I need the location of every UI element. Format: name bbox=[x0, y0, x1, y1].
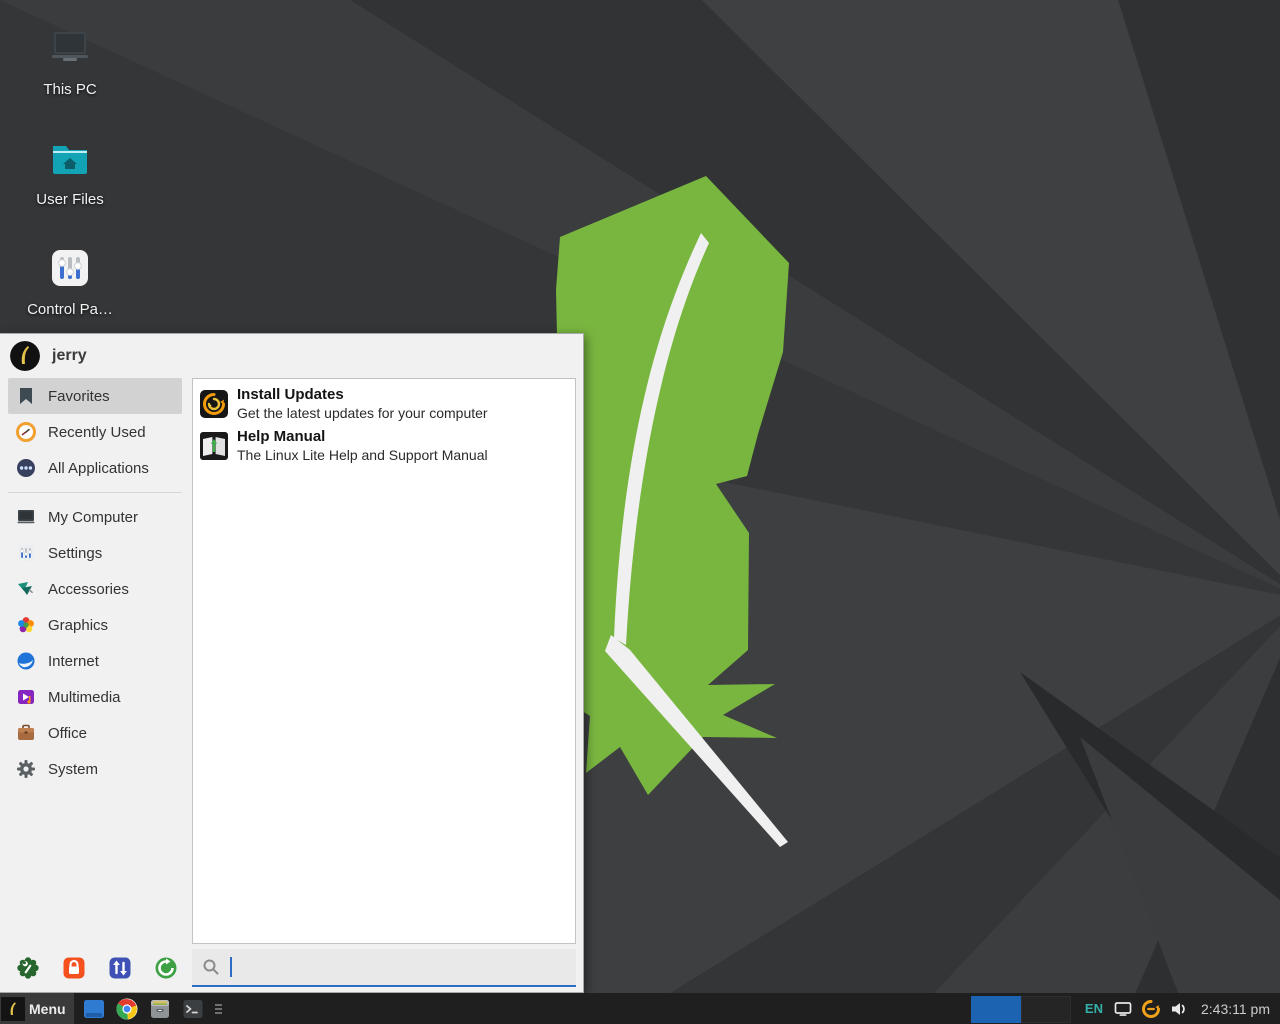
menu-username: jerry bbox=[52, 347, 87, 365]
panel-grip[interactable] bbox=[215, 1004, 222, 1014]
terminal-icon[interactable] bbox=[181, 997, 205, 1021]
desktop-icon-control-panel[interactable]: Control Pa… bbox=[15, 244, 125, 318]
menu-header: jerry bbox=[0, 334, 583, 378]
sidebar-separator bbox=[8, 492, 182, 493]
sidebar-item-system[interactable]: System bbox=[8, 751, 182, 787]
taskbar-right: EN 2:43:11 pm bbox=[971, 993, 1280, 1024]
sidebar-item-label: Multimedia bbox=[48, 689, 121, 706]
show-desktop-icon[interactable] bbox=[82, 997, 106, 1021]
clock-icon bbox=[16, 422, 36, 442]
office-briefcase-icon bbox=[16, 723, 36, 743]
computer-icon bbox=[46, 24, 94, 72]
sidebar-item-internet[interactable]: Internet bbox=[8, 643, 182, 679]
sidebar-item-recently-used[interactable]: Recently Used bbox=[8, 414, 182, 450]
sidebar-item-all-applications[interactable]: All Applications bbox=[8, 450, 182, 486]
sidebar-item-graphics[interactable]: Graphics bbox=[8, 607, 182, 643]
desktop-icon-label: User Files bbox=[15, 191, 125, 208]
internet-globe-icon bbox=[16, 651, 36, 671]
accessories-icon bbox=[16, 579, 36, 599]
desktop: This PC User Files Control Pa… bbox=[0, 0, 1280, 1024]
app-subtitle: The Linux Lite Help and Support Manual bbox=[237, 447, 488, 465]
sidebar-item-label: System bbox=[48, 761, 98, 778]
sidebar-item-multimedia[interactable]: Multimedia bbox=[8, 679, 182, 715]
desktop-icon-label: This PC bbox=[15, 81, 125, 98]
sidebar-item-accessories[interactable]: Accessories bbox=[8, 571, 182, 607]
user-avatar[interactable] bbox=[10, 341, 40, 371]
linux-lite-feather-icon bbox=[10, 341, 40, 371]
file-manager-icon[interactable] bbox=[148, 997, 172, 1021]
app-row-help-manual[interactable]: Help Manual The Linux Lite Help and Supp… bbox=[197, 425, 571, 467]
sidebar-item-label: Favorites bbox=[48, 388, 110, 405]
sidebar-item-label: My Computer bbox=[48, 509, 138, 526]
control-panel-icon bbox=[46, 244, 94, 292]
menu-button[interactable]: Menu bbox=[0, 993, 74, 1024]
log-out-icon[interactable] bbox=[154, 956, 178, 980]
sidebar-item-label: Internet bbox=[48, 653, 99, 670]
sidebar-item-office[interactable]: Office bbox=[8, 715, 182, 751]
sidebar-item-label: Settings bbox=[48, 545, 102, 562]
desktop-icon-this-pc[interactable]: This PC bbox=[15, 24, 125, 98]
updates-tray-icon[interactable] bbox=[1141, 999, 1161, 1019]
home-folder-icon bbox=[46, 134, 94, 182]
settings-sliders-icon bbox=[16, 543, 36, 563]
graphics-pinwheel-icon bbox=[16, 615, 36, 635]
lock-screen-icon[interactable] bbox=[62, 956, 86, 980]
settings-manager-icon[interactable] bbox=[16, 956, 40, 980]
linux-lite-feather-icon bbox=[4, 1000, 22, 1018]
app-title: Install Updates bbox=[237, 386, 488, 405]
taskbar: Menu bbox=[0, 993, 1280, 1024]
clock[interactable]: 2:43:11 pm bbox=[1201, 1001, 1270, 1017]
sidebar-item-label: Graphics bbox=[48, 617, 108, 634]
sidebar-item-label: All Applications bbox=[48, 460, 149, 477]
app-title: Help Manual bbox=[237, 428, 488, 447]
sidebar-item-label: Accessories bbox=[48, 581, 129, 598]
desktop-icon-user-files[interactable]: User Files bbox=[15, 134, 125, 208]
menu-button-label: Menu bbox=[29, 1001, 66, 1017]
display-icon[interactable] bbox=[1113, 999, 1133, 1019]
keyboard-layout-indicator[interactable]: EN bbox=[1085, 1001, 1103, 1016]
install-updates-icon bbox=[199, 389, 229, 419]
app-list-panel: Install Updates Get the latest updates f… bbox=[192, 378, 576, 944]
workspace-1[interactable] bbox=[971, 996, 1021, 1023]
chrome-icon[interactable] bbox=[115, 997, 139, 1021]
switch-user-icon[interactable] bbox=[108, 956, 132, 980]
sidebar-item-my-computer[interactable]: My Computer bbox=[8, 499, 182, 535]
taskbar-launchers bbox=[82, 997, 205, 1021]
application-menu: jerry Favorites Recently Used bbox=[0, 333, 584, 993]
sidebar-item-label: Office bbox=[48, 725, 87, 742]
bookmark-icon bbox=[16, 386, 36, 406]
help-manual-icon bbox=[199, 431, 229, 461]
multimedia-icon bbox=[16, 687, 36, 707]
sidebar-item-settings[interactable]: Settings bbox=[8, 535, 182, 571]
menu-sidebar: Favorites Recently Used All Applications bbox=[0, 378, 190, 992]
workspace-2[interactable] bbox=[1021, 996, 1071, 1023]
app-row-install-updates[interactable]: Install Updates Get the latest updates f… bbox=[197, 383, 571, 425]
volume-icon[interactable] bbox=[1169, 999, 1189, 1019]
sidebar-item-label: Recently Used bbox=[48, 424, 146, 441]
search-field[interactable] bbox=[192, 949, 576, 987]
desktop-icon-label: Control Pa… bbox=[15, 301, 125, 318]
sidebar-item-favorites[interactable]: Favorites bbox=[8, 378, 182, 414]
menu-actions bbox=[16, 956, 178, 980]
system-gear-icon bbox=[16, 759, 36, 779]
app-subtitle: Get the latest updates for your computer bbox=[237, 405, 488, 423]
all-applications-icon bbox=[16, 458, 36, 478]
computer-icon bbox=[16, 507, 36, 527]
